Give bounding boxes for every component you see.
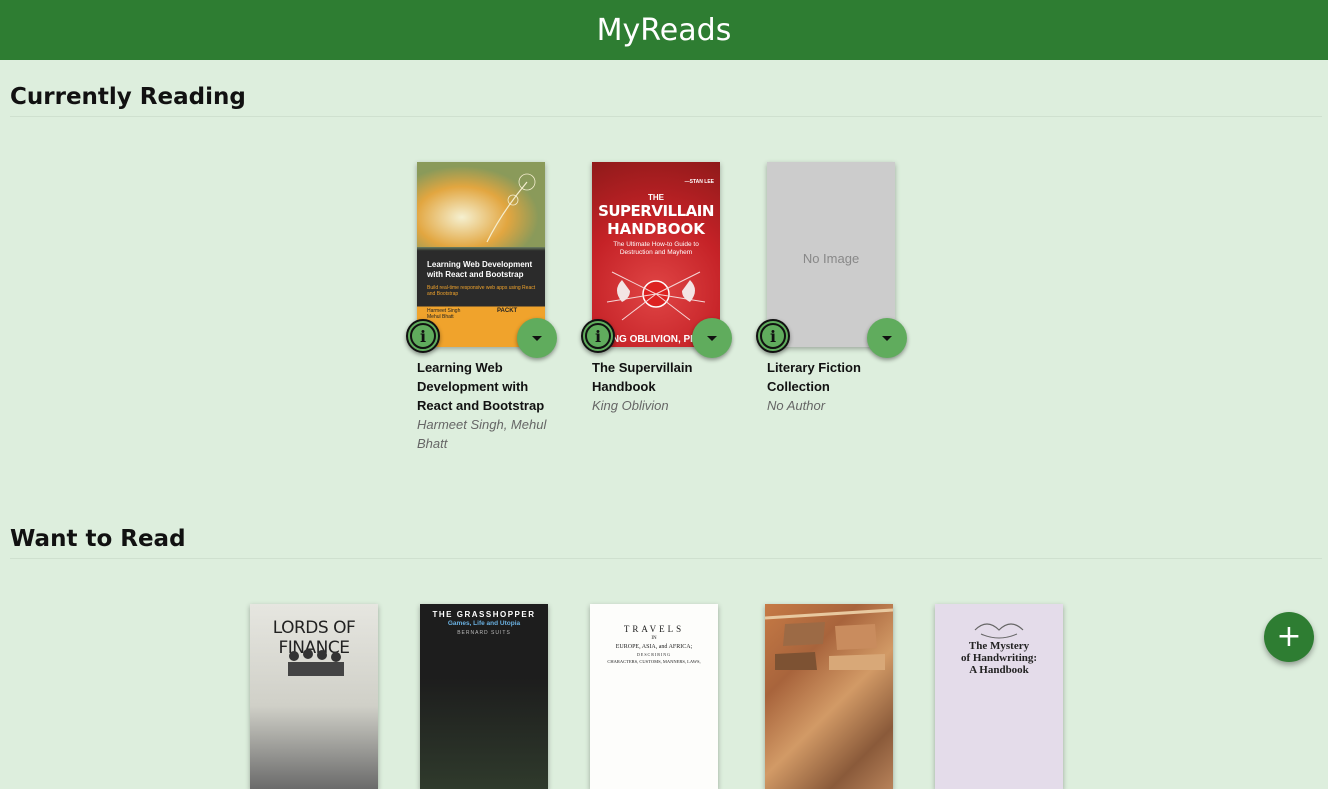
book-title: The Supervillain Handbook [592,360,693,394]
cover-line1: TRAVELS [623,624,685,634]
shelf-title-want-to-read: Want to Read [10,526,186,552]
add-icon: + [1276,619,1302,654]
book-authors: Harmeet Singh, Mehul Bhatt [417,417,547,451]
book-cover[interactable] [765,604,893,789]
add-book-button[interactable]: + [1264,612,1314,662]
cover-ornament [974,623,1024,639]
cover-authors: Harmeet Singh Mehul Bhatt [427,308,461,320]
book-cover[interactable]: —STAN LEE THE SUPERVILLAIN HANDBOOK The … [592,162,720,347]
cover-publisher: PACKT [497,308,518,314]
info-icon: i [760,323,786,349]
cover-title-line3: HANDBOOK [607,220,705,238]
book-cover[interactable]: Learning Web Development with React and … [417,162,545,347]
book-cover[interactable]: No Image [767,162,895,347]
book-item: The Mystery of Handwriting: A Handbook [935,604,1085,789]
book-info-button[interactable]: i [756,319,790,353]
book-cover[interactable]: THE GRASSHOPPER Games, Life and Utopia B… [420,604,548,789]
cover-art [606,271,706,321]
book-item: —STAN LEE THE SUPERVILLAIN HANDBOOK The … [581,162,742,413]
book-item [765,604,915,789]
cover-title-line2: SUPERVILLAIN [598,202,714,220]
cover-author: BERNARD SUITS [457,630,511,636]
cover-art [288,649,344,676]
shelf-divider [10,116,1322,117]
book-cover[interactable]: TRAVELS IN EUROPE, ASIA, and AFRICA; DES… [590,604,718,789]
book-cover[interactable]: LORDS OF FINANCE [250,604,378,789]
shelf-menu-button[interactable] [692,318,732,358]
cover-title-line2: of Handwriting: [960,652,1038,664]
cover-subtitle: Games, Life and Utopia [447,620,521,627]
shelf-menu-button[interactable] [867,318,907,358]
cover-art [417,162,545,247]
arrow-drop-down-icon [707,335,717,341]
cover-title-line1: THE [648,193,664,202]
cover-line5: CHARACTERS, CUSTOMS, MANNERS, LAWS, [607,659,701,664]
shelf-menu-button[interactable] [517,318,557,358]
info-icon: i [410,323,436,349]
book-cover[interactable]: The Mystery of Handwriting: A Handbook [935,604,1063,789]
cover-blurb-attribution: —STAN LEE [684,179,714,185]
book-title: Learning Web Development with React and … [417,360,545,413]
shelf-divider [10,558,1322,559]
shelf-title-currently-reading: Currently Reading [10,84,246,110]
cover-placeholder: No Image [802,251,860,266]
cover-title-line1: The Mystery [968,640,1030,652]
book-authors: King Oblivion [592,398,669,413]
book-title: Literary Fiction Collection [767,360,861,394]
cover-subtitle: The Ultimate How-to Guide to Destruction… [613,241,699,256]
arrow-drop-down-icon [532,335,542,341]
cover-title: THE GRASSHOPPER [432,610,536,619]
book-item: No Image i Literary Fiction Collection N… [756,162,917,413]
book-item: LORDS OF FINANCE [250,604,400,789]
book-item: Learning Web Development with React and … [406,162,567,451]
cover-title: Learning Web Development with React and … [427,260,533,279]
cover-line2: IN [651,636,657,641]
book-item: TRAVELS IN EUROPE, ASIA, and AFRICA; DES… [590,604,740,789]
cover-subtitle: Build real-time responsive web apps usin… [427,285,536,297]
cover-line3: EUROPE, ASIA, and AFRICA; [615,644,693,650]
cover-art [765,608,893,670]
arrow-drop-down-icon [882,335,892,341]
cover-line4: DESCRIBING [636,652,671,657]
app-header: MyReads [0,0,1328,60]
info-icon: i [585,323,611,349]
cover-title-line3: A Handbook [969,664,1029,676]
book-item: THE GRASSHOPPER Games, Life and Utopia B… [420,604,570,789]
book-info-button[interactable]: i [581,319,615,353]
app-title: MyReads [596,12,732,48]
book-info-button[interactable]: i [406,319,440,353]
book-authors: No Author [767,398,826,413]
